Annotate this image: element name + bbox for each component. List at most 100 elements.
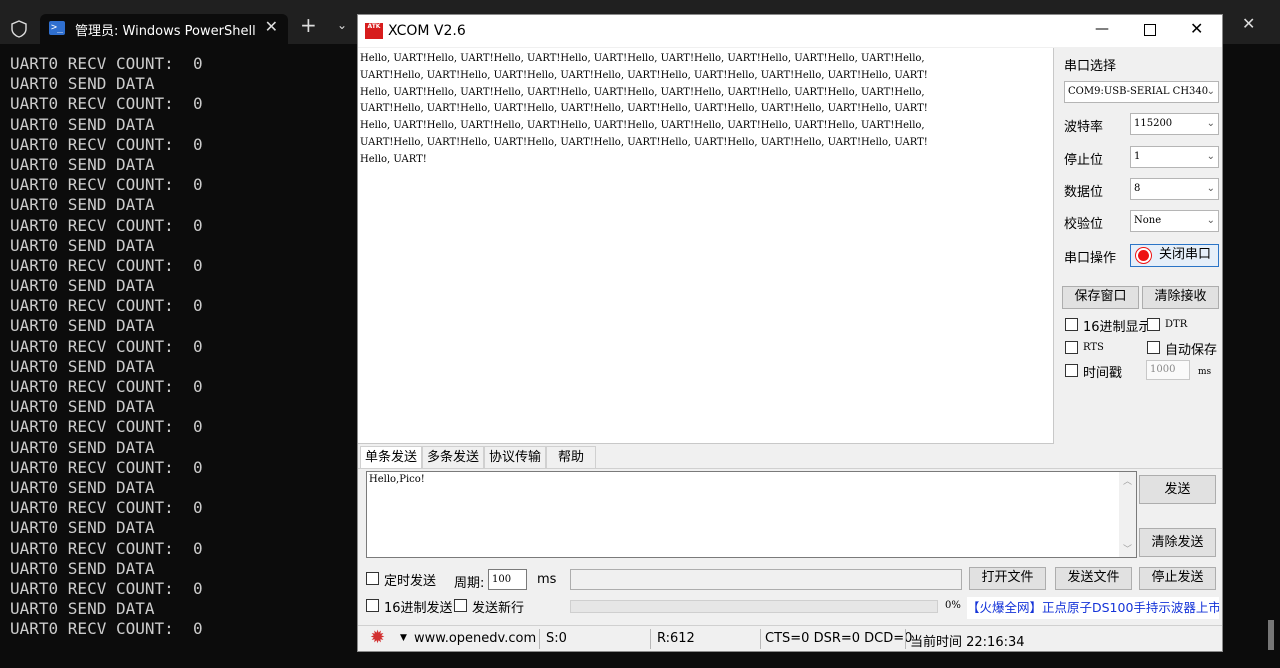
close-port-button[interactable]: 关闭串口 [1130, 244, 1219, 267]
status-bar: ✹ ▼ www.openedv.com S:0 R:612 CTS=0 DSR=… [358, 625, 1222, 651]
terminal-line: UART0 RECV COUNT: 0 [10, 175, 203, 195]
chevron-down-icon: ⌄ [1206, 118, 1215, 129]
terminal-line: UART0 SEND DATA [10, 437, 155, 457]
data-bits-label: 数据位 [1064, 185, 1104, 200]
hex-send-checkbox[interactable] [366, 599, 379, 612]
tab-multi-send[interactable]: 多条发送 [422, 446, 484, 468]
port-op-label: 串口操作 [1064, 251, 1117, 266]
scroll-down-icon[interactable]: ﹀ [1123, 542, 1132, 555]
save-window-button[interactable]: 保存窗口 [1062, 286, 1139, 309]
clear-receive-button[interactable]: 清除接收 [1142, 286, 1219, 309]
terminal-tab[interactable]: >_ 管理员: Windows PowerShell ✕ [40, 14, 288, 44]
send-text: Hello,Pico! [369, 474, 425, 485]
divider [760, 629, 761, 649]
terminal-line: UART0 RECV COUNT: 0 [10, 255, 203, 275]
send-newline-checkbox[interactable] [454, 599, 467, 612]
dtr-label: DTR [1165, 319, 1188, 330]
divider [539, 629, 540, 649]
terminal-line: UART0 SEND DATA [10, 397, 155, 417]
powershell-icon: >_ [49, 21, 65, 35]
dtr-checkbox[interactable] [1147, 318, 1160, 331]
sent-count: S:0 [546, 631, 567, 646]
terminal-line: UART0 SEND DATA [10, 276, 155, 296]
send-progress-bar [570, 600, 938, 613]
terminal-tab-title: 管理员: Windows PowerShell [75, 24, 256, 39]
auto-save-checkbox[interactable] [1147, 341, 1160, 354]
stop-send-button[interactable]: 停止发送 [1139, 567, 1216, 590]
timestamp-interval-input[interactable]: 1000 [1146, 360, 1190, 380]
receive-line: UART!Hello, UART!Hello, UART!Hello, UART… [360, 136, 928, 148]
clear-send-button[interactable]: 清除发送 [1139, 528, 1216, 557]
send-newline-label: 发送新行 [472, 601, 525, 616]
terminal-line: UART0 SEND DATA [10, 74, 155, 94]
chevron-down-icon[interactable]: ⌄ [337, 18, 347, 32]
timestamp-label: 时间戳 [1083, 366, 1123, 381]
atk-logo: ATK [365, 23, 383, 39]
close-window-icon[interactable]: ✕ [1242, 14, 1255, 33]
send-scrollbar[interactable]: ︿ ﹀ [1119, 472, 1136, 557]
minimize-icon[interactable]: — [1095, 21, 1109, 37]
stop-bits-select[interactable]: 1 ⌄ [1130, 146, 1219, 168]
chevron-down-icon: ⌄ [1206, 215, 1215, 226]
receive-area[interactable]: Hello, UART!Hello, UART!Hello, UART!Hell… [358, 48, 1054, 444]
terminal-line: UART0 RECV COUNT: 0 [10, 578, 203, 598]
receive-line: Hello, UART!Hello, UART!Hello, UART!Hell… [360, 120, 925, 132]
chevron-down-icon: ⌄ [1206, 183, 1215, 194]
open-file-button[interactable]: 打开文件 [969, 567, 1046, 590]
send-file-button[interactable]: 发送文件 [1055, 567, 1132, 590]
tab-single-send[interactable]: 单条发送 [360, 446, 422, 468]
terminal-line: UART0 SEND DATA [10, 114, 155, 134]
line-status: CTS=0 DSR=0 DCD=0 [765, 631, 913, 646]
chevron-down-icon[interactable]: ▼ [400, 633, 407, 643]
terminal-line: UART0 SEND DATA [10, 477, 155, 497]
close-icon[interactable]: ✕ [1190, 19, 1203, 38]
timed-send-checkbox[interactable] [366, 572, 379, 585]
port-status-led-icon [1136, 248, 1151, 263]
terminal-line: UART0 RECV COUNT: 0 [10, 498, 203, 518]
close-port-label: 关闭串口 [1159, 247, 1212, 262]
period-unit: ms [537, 572, 557, 587]
current-time: 当前时间 22:16:34 [910, 635, 1025, 650]
shield-icon [11, 20, 27, 38]
xcom-title-bar: ATK XCOM V2.6 — ✕ [358, 15, 1222, 47]
terminal-scrollbar[interactable] [1268, 620, 1274, 650]
terminal-line: UART0 SEND DATA [10, 599, 155, 619]
terminal-line: UART0 RECV COUNT: 0 [10, 54, 203, 73]
stop-bits-value: 1 [1134, 151, 1141, 162]
timestamp-checkbox[interactable] [1065, 364, 1078, 377]
terminal-output[interactable]: UART0 RECV COUNT: 0 UART0 SEND DATA UART0 … [10, 54, 350, 639]
received-count: R:612 [657, 631, 695, 646]
terminal-line: UART0 RECV COUNT: 0 [10, 94, 203, 114]
receive-line: UART!Hello, UART!Hello, UART!Hello, UART… [360, 103, 928, 115]
tab-divider [358, 468, 1222, 469]
gear-icon[interactable]: ✹ [370, 628, 385, 648]
file-path-field[interactable] [570, 569, 962, 590]
terminal-line: UART0 RECV COUNT: 0 [10, 377, 203, 396]
new-tab-button[interactable]: + [300, 15, 317, 35]
period-input[interactable]: 100 [488, 569, 527, 590]
terminal-line: UART0 SEND DATA [10, 558, 155, 578]
maximize-icon[interactable] [1144, 24, 1156, 36]
tab-protocol[interactable]: 协议传输 [484, 446, 546, 468]
send-button[interactable]: 发送 [1139, 475, 1216, 504]
tab-help[interactable]: 帮助 [546, 446, 596, 468]
parity-select[interactable]: None ⌄ [1130, 210, 1219, 232]
terminal-line: UART0 SEND DATA [10, 518, 155, 538]
baud-label: 波特率 [1064, 120, 1104, 135]
rts-label: RTS [1083, 342, 1104, 353]
data-bits-select[interactable]: 8 ⌄ [1130, 178, 1219, 200]
hex-display-checkbox[interactable] [1065, 318, 1078, 331]
baud-select[interactable]: 115200 ⌄ [1130, 113, 1219, 135]
website-link[interactable]: www.openedv.com [414, 631, 536, 646]
port-select[interactable]: COM9:USB-SERIAL CH340 ⌄ [1064, 81, 1219, 103]
send-input[interactable]: Hello,Pico! ︿ ﹀ [366, 471, 1137, 558]
rts-checkbox[interactable] [1065, 341, 1078, 354]
ad-link[interactable]: 【火爆全网】正点原子DS100手持示波器上市 [967, 597, 1219, 619]
scroll-up-icon[interactable]: ︿ [1123, 474, 1132, 487]
terminal-line: UART0 RECV COUNT: 0 [10, 417, 203, 437]
close-tab-icon[interactable]: ✕ [265, 17, 278, 36]
terminal-line: UART0 RECV COUNT: 0 [10, 134, 203, 154]
receive-text: Hello, UART!Hello, UART!Hello, UART!Hell… [360, 51, 1050, 169]
window-title: XCOM V2.6 [388, 23, 466, 39]
port-value: COM9:USB-SERIAL CH340 [1068, 86, 1209, 97]
